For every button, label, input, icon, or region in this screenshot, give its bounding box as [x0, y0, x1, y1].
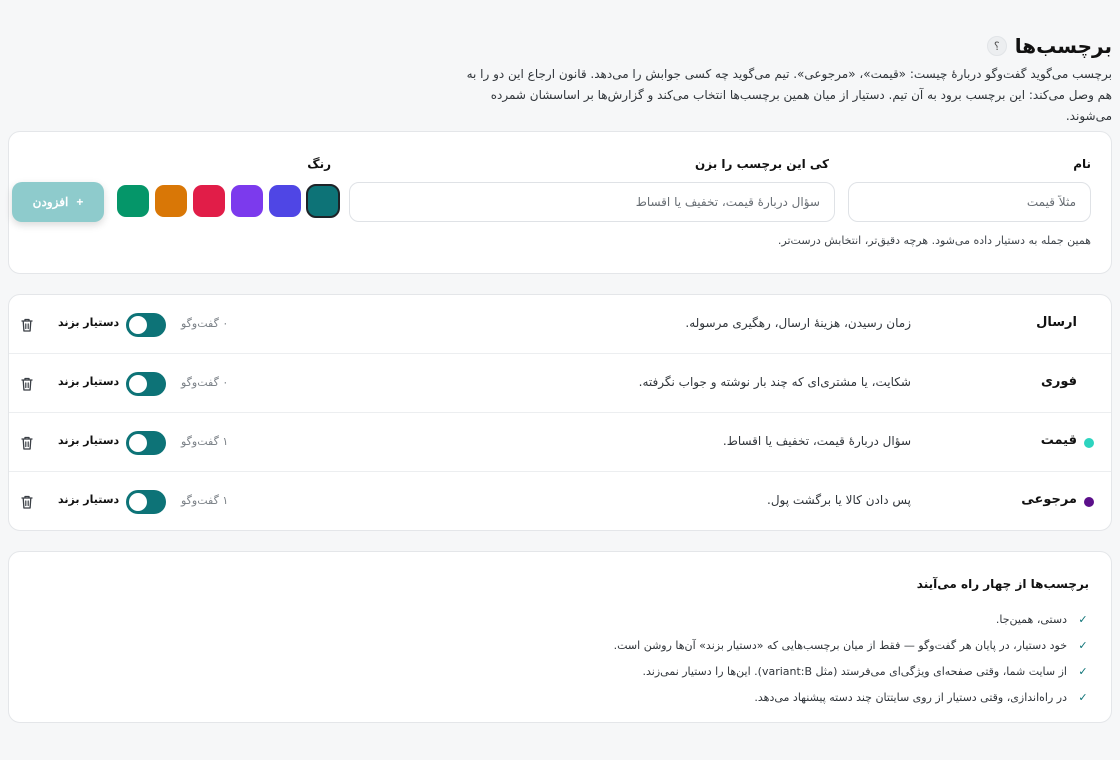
- toggle-knob: [129, 434, 147, 452]
- help-icon[interactable]: ؟: [986, 36, 1007, 56]
- info-item-text: در راه‌اندازی، وقتی دستیار از روی سایتتا…: [754, 690, 1067, 704]
- color-label: رنگ: [307, 157, 331, 171]
- color-swatch[interactable]: [193, 185, 225, 217]
- prompt-label: کی این برچسب را بزن: [694, 157, 829, 171]
- check-icon: ✓: [1078, 664, 1088, 678]
- plus-icon: +: [76, 195, 84, 209]
- info-item-text: از سایت شما، وقتی صفحه‌ای ویژگی‌ای می‌فر…: [642, 664, 1067, 678]
- info-item: ✓ از سایت شما، وقتی صفحه‌ای ویژگی‌ای می‌ف…: [614, 658, 1089, 684]
- toggle-knob: [129, 316, 147, 334]
- tag-name: قیمت: [1040, 433, 1077, 448]
- tag-prompt-input[interactable]: [349, 182, 835, 222]
- trash-icon[interactable]: [20, 435, 34, 451]
- add-tag-button[interactable]: + افزودن: [12, 182, 104, 222]
- color-swatch[interactable]: [306, 184, 340, 218]
- tag-description: زمان رسیدن، هزینهٔ ارسال، رهگیری مرسوله.: [685, 316, 911, 330]
- assistant-toggle[interactable]: [126, 490, 166, 514]
- tag-row: قیمت سؤال دربارهٔ قیمت، تخفیف یا اقساط. …: [9, 413, 1111, 472]
- assistant-toggle-label: دستیار بزند: [58, 375, 120, 388]
- info-item: ✓ خود دستیار، در پایان هر گفت‌وگو — فقط ا…: [614, 632, 1089, 658]
- tag-name: فوری: [1040, 374, 1077, 389]
- assistant-toggle[interactable]: [126, 372, 166, 396]
- tag-row: مرجوعی پس دادن کالا یا برگشت پول. ۱ گفت‌…: [9, 472, 1111, 530]
- assistant-toggle[interactable]: [126, 431, 166, 455]
- toggle-knob: [129, 493, 147, 511]
- tag-sources-info: برچسب‌ها از چهار راه می‌آیند ✓ دستی، همین…: [8, 551, 1112, 723]
- color-swatch[interactable]: [155, 185, 187, 217]
- tag-conversation-count: ۰ گفت‌وگو: [181, 376, 229, 389]
- info-item: ✓ در راه‌اندازی، وقتی دستیار از روی سایتت…: [614, 684, 1089, 710]
- color-swatch[interactable]: [117, 185, 149, 217]
- info-item-text: دستی، همین‌جا.: [995, 612, 1067, 626]
- tags-page: برچسب‌ها ؟ برچسب می‌گوید گفت‌وگو دربارهٔ…: [0, 0, 1120, 760]
- tag-conversation-count: ۰ گفت‌وگو: [181, 317, 229, 330]
- tag-conversation-count: ۱ گفت‌وگو: [181, 494, 229, 507]
- info-item: ✓ دستی، همین‌جا.: [614, 606, 1089, 632]
- tag-list: ارسال زمان رسیدن، هزینهٔ ارسال، رهگیری م…: [8, 294, 1112, 531]
- tag-description: سؤال دربارهٔ قیمت، تخفیف یا اقساط.: [722, 434, 911, 448]
- trash-icon[interactable]: [20, 317, 34, 333]
- add-button-label: افزودن: [32, 195, 69, 209]
- check-icon: ✓: [1078, 690, 1088, 704]
- tag-conversation-count: ۱ گفت‌وگو: [181, 435, 229, 448]
- info-item-text: خود دستیار، در پایان هر گفت‌وگو — فقط از…: [613, 638, 1067, 652]
- color-swatch[interactable]: [231, 185, 263, 217]
- assistant-toggle-label: دستیار بزند: [58, 434, 120, 447]
- page-intro: برچسب می‌گوید گفت‌وگو دربارهٔ چیست: «قیم…: [466, 67, 1112, 123]
- trash-icon[interactable]: [20, 494, 34, 510]
- tag-description: شکایت، یا مشتری‌ای که چند بار نوشته و جو…: [638, 375, 911, 389]
- tag-name: ارسال: [1036, 315, 1077, 330]
- trash-icon[interactable]: [20, 376, 34, 392]
- page-header: برچسب‌ها ؟ برچسب می‌گوید گفت‌وگو دربارهٔ…: [8, 34, 1112, 127]
- prompt-hint: همین جمله به دستیار داده می‌شود. هرچه دق…: [777, 234, 1091, 247]
- tag-row: ارسال زمان رسیدن، هزینهٔ ارسال، رهگیری م…: [9, 295, 1111, 354]
- tag-row: فوری شکایت، یا مشتری‌ای که چند بار نوشته…: [9, 354, 1111, 413]
- tag-name-input[interactable]: [848, 182, 1091, 222]
- info-title: برچسب‌ها از چهار راه می‌آیند: [916, 577, 1089, 591]
- page-title: برچسب‌ها: [1014, 34, 1112, 58]
- check-icon: ✓: [1078, 612, 1088, 626]
- name-label: نام: [1073, 157, 1091, 171]
- color-swatches: [117, 184, 340, 218]
- assistant-toggle-label: دستیار بزند: [58, 316, 120, 329]
- info-list: ✓ دستی، همین‌جا. ✓ خود دستیار، در پایان هر …: [614, 606, 1089, 710]
- add-tag-form: نام کی این برچسب را بزن رنگ + افزودن همی…: [8, 131, 1112, 274]
- toggle-knob: [129, 375, 147, 393]
- tag-name: مرجوعی: [1021, 492, 1077, 507]
- assistant-toggle[interactable]: [126, 313, 166, 337]
- tag-color-dot: [1084, 497, 1094, 507]
- assistant-toggle-label: دستیار بزند: [58, 493, 120, 506]
- tag-description: پس دادن کالا یا برگشت پول.: [767, 493, 911, 507]
- color-swatch[interactable]: [269, 185, 301, 217]
- check-icon: ✓: [1078, 638, 1088, 652]
- tag-color-dot: [1084, 438, 1094, 448]
